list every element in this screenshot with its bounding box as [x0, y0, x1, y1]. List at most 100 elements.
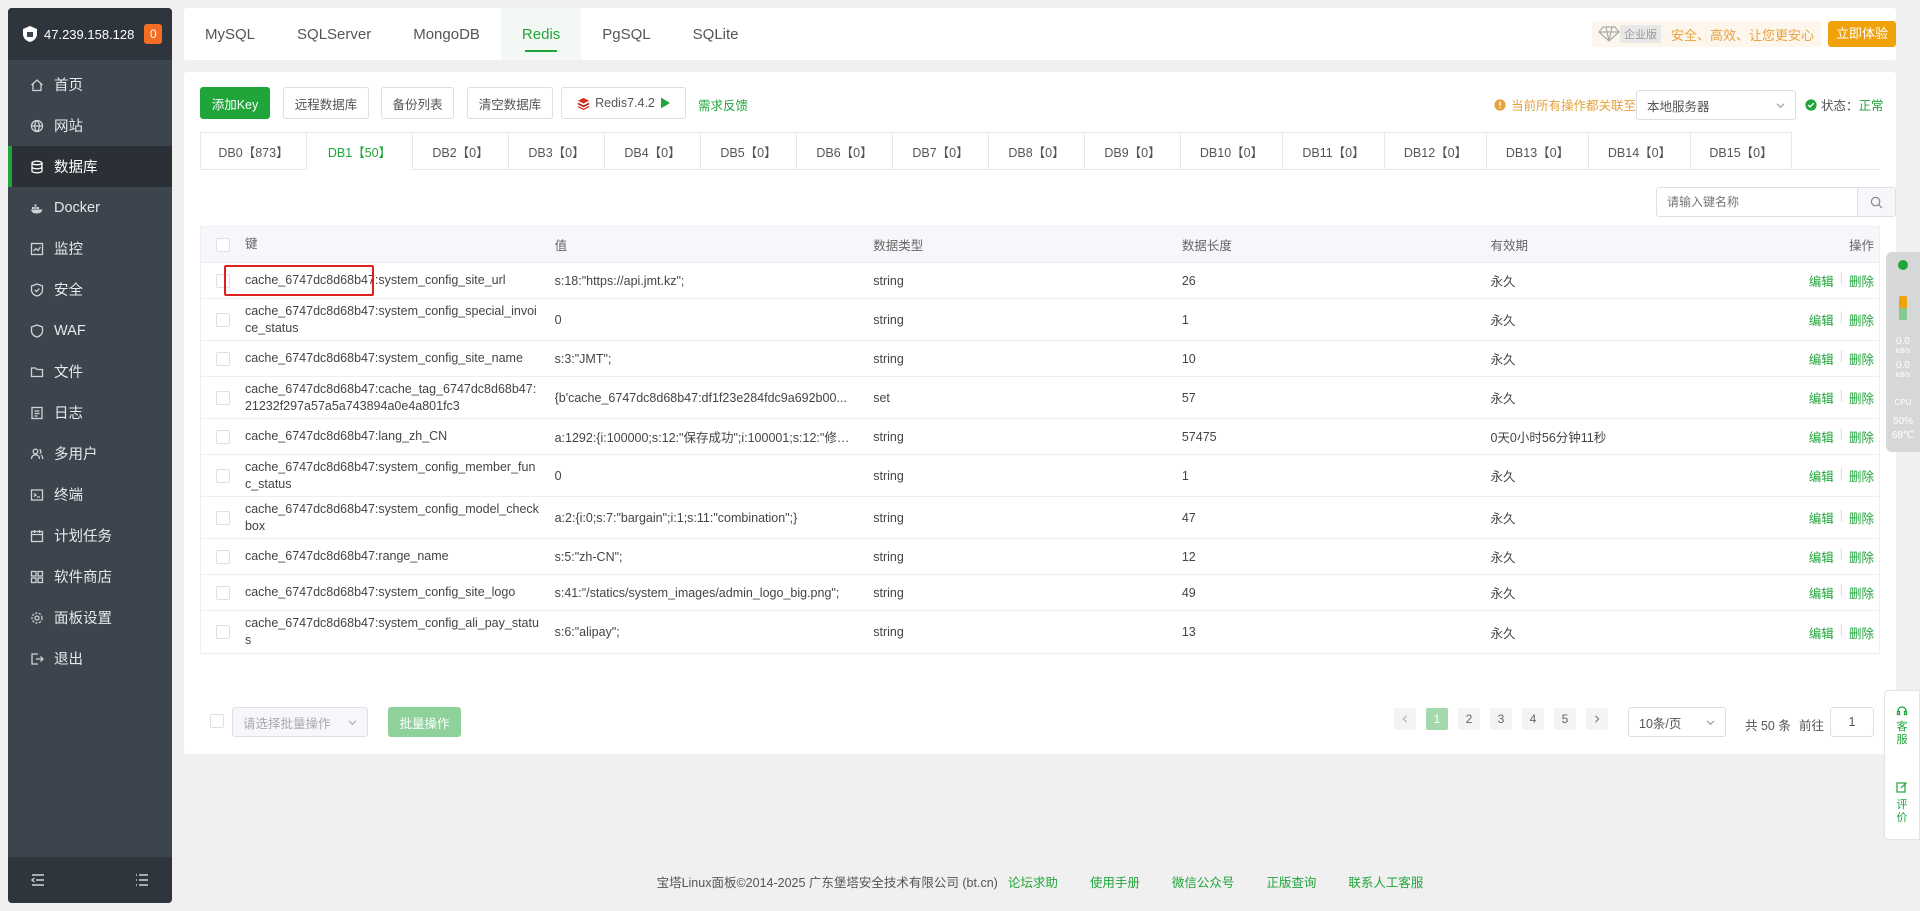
- nav-item-database[interactable]: 数据库: [8, 146, 172, 187]
- edit-link[interactable]: 编辑: [1809, 271, 1834, 290]
- feedback-link[interactable]: 需求反馈: [698, 95, 748, 114]
- collapse-menu-icon[interactable]: [30, 872, 46, 888]
- footer-link-license[interactable]: 正版查询: [1266, 872, 1316, 891]
- row-checkbox[interactable]: [215, 390, 230, 405]
- tab-db6[interactable]: DB6【0】: [796, 132, 892, 170]
- edit-link[interactable]: 编辑: [1809, 508, 1834, 527]
- delete-link[interactable]: 删除: [1849, 623, 1874, 642]
- tab-db15[interactable]: DB15【0】: [1690, 132, 1792, 170]
- customer-service-button[interactable]: 客服: [1885, 721, 1919, 747]
- add-key-button[interactable]: 添加Key: [200, 87, 270, 119]
- footer-link-forum[interactable]: 论坛求助: [1008, 872, 1058, 891]
- page-4[interactable]: 4: [1522, 708, 1544, 730]
- enterprise-pill[interactable]: 企业版 安全、高效、让您更安心: [1591, 21, 1822, 47]
- edit-link[interactable]: 编辑: [1809, 427, 1834, 446]
- tab-sqlserver[interactable]: SQLServer: [276, 8, 392, 60]
- backup-list-button[interactable]: 备份列表: [381, 87, 454, 119]
- remote-db-button[interactable]: 远程数据库: [283, 87, 369, 119]
- tab-db9[interactable]: DB9【0】: [1084, 132, 1180, 170]
- tab-sqlite[interactable]: SQLite: [672, 8, 760, 60]
- edit-link[interactable]: 编辑: [1809, 388, 1834, 407]
- edit-link[interactable]: 编辑: [1809, 583, 1834, 602]
- tab-db14[interactable]: DB14【0】: [1588, 132, 1690, 170]
- tab-mysql[interactable]: MySQL: [184, 8, 276, 60]
- tab-pgsql[interactable]: PgSQL: [581, 8, 671, 60]
- page-1[interactable]: 1: [1426, 708, 1448, 730]
- system-status-widget[interactable]: 0.0 KB/s 0.0 KB/s CPU 50% 68℃: [1886, 252, 1920, 452]
- notification-badge[interactable]: 0: [144, 24, 163, 44]
- edit-link[interactable]: 编辑: [1809, 623, 1834, 642]
- goto-page-input[interactable]: 1: [1830, 707, 1874, 737]
- footer-link-wechat[interactable]: 微信公众号: [1172, 872, 1235, 891]
- row-checkbox[interactable]: [215, 468, 230, 483]
- nav-item-cron[interactable]: 计划任务: [8, 515, 172, 556]
- search-button[interactable]: [1857, 188, 1895, 216]
- tab-db2[interactable]: DB2【0】: [412, 132, 508, 170]
- review-button[interactable]: 评价: [1885, 799, 1919, 825]
- row-checkbox[interactable]: [215, 549, 230, 564]
- tab-redis[interactable]: Redis: [500, 8, 582, 60]
- tab-db7[interactable]: DB7【0】: [892, 132, 988, 170]
- footer-link-support[interactable]: 联系人工客服: [1348, 872, 1423, 891]
- nav-item-files[interactable]: 文件: [8, 351, 172, 392]
- delete-link[interactable]: 删除: [1849, 583, 1874, 602]
- nav-item-monitor[interactable]: 监控: [8, 228, 172, 269]
- prev-page-button[interactable]: [1394, 708, 1416, 730]
- nav-item-security[interactable]: 安全: [8, 269, 172, 310]
- tab-db8[interactable]: DB8【0】: [988, 132, 1084, 170]
- nav-item-logs[interactable]: 日志: [8, 392, 172, 433]
- bulk-action-button[interactable]: 批量操作: [388, 707, 461, 737]
- edit-link[interactable]: 编辑: [1809, 466, 1834, 485]
- page-size-select[interactable]: 10条/页: [1628, 707, 1726, 737]
- tab-db13[interactable]: DB13【0】: [1486, 132, 1588, 170]
- nav-item-waf[interactable]: WAF: [8, 310, 172, 351]
- page-2[interactable]: 2: [1458, 708, 1480, 730]
- tab-db11[interactable]: DB11【0】: [1282, 132, 1384, 170]
- next-page-button[interactable]: [1586, 708, 1608, 730]
- server-select[interactable]: 本地服务器: [1636, 90, 1796, 120]
- delete-link[interactable]: 删除: [1849, 547, 1874, 566]
- tab-db3[interactable]: DB3【0】: [508, 132, 604, 170]
- server-header[interactable]: 47.239.158.128 0: [8, 8, 172, 60]
- row-checkbox[interactable]: [215, 312, 230, 327]
- nav-item-docker[interactable]: Docker: [8, 187, 172, 228]
- redis-version-button[interactable]: Redis7.4.2: [561, 87, 686, 119]
- edit-link[interactable]: 编辑: [1809, 310, 1834, 329]
- tab-db10[interactable]: DB10【0】: [1180, 132, 1282, 170]
- tab-mongodb[interactable]: MongoDB: [392, 8, 501, 60]
- nav-item-website[interactable]: 网站: [8, 105, 172, 146]
- delete-link[interactable]: 删除: [1849, 466, 1874, 485]
- tab-db1[interactable]: DB1【50】: [306, 132, 412, 170]
- tab-db5[interactable]: DB5【0】: [700, 132, 796, 170]
- nav-item-settings[interactable]: 面板设置: [8, 597, 172, 638]
- footer-link-manual[interactable]: 使用手册: [1090, 872, 1140, 891]
- row-checkbox[interactable]: [215, 585, 230, 600]
- tab-db12[interactable]: DB12【0】: [1384, 132, 1486, 170]
- delete-link[interactable]: 删除: [1849, 349, 1874, 368]
- nav-item-logout[interactable]: 退出: [8, 638, 172, 679]
- row-checkbox[interactable]: [215, 625, 230, 639]
- row-checkbox[interactable]: [215, 429, 230, 444]
- bulk-action-select[interactable]: 请选择批量操作: [232, 707, 368, 737]
- select-all-checkbox[interactable]: [215, 237, 230, 252]
- nav-item-multiuser[interactable]: 多用户: [8, 433, 172, 474]
- nav-item-store[interactable]: 软件商店: [8, 556, 172, 597]
- edit-link[interactable]: 编辑: [1809, 547, 1834, 566]
- clear-db-button[interactable]: 清空数据库: [467, 87, 553, 119]
- delete-link[interactable]: 删除: [1849, 427, 1874, 446]
- menu-list-icon[interactable]: [134, 872, 150, 888]
- row-checkbox[interactable]: [215, 351, 230, 366]
- bulk-select-checkbox[interactable]: [210, 714, 224, 728]
- delete-link[interactable]: 删除: [1849, 508, 1874, 527]
- delete-link[interactable]: 删除: [1849, 310, 1874, 329]
- nav-item-terminal[interactable]: 终端: [8, 474, 172, 515]
- nav-item-home[interactable]: 首页: [8, 64, 172, 105]
- key-search-input[interactable]: [1657, 188, 1857, 216]
- row-checkbox[interactable]: [215, 510, 230, 525]
- page-3[interactable]: 3: [1490, 708, 1512, 730]
- trial-button[interactable]: 立即体验: [1827, 21, 1896, 47]
- delete-link[interactable]: 删除: [1849, 388, 1874, 407]
- edit-link[interactable]: 编辑: [1809, 349, 1834, 368]
- page-5[interactable]: 5: [1554, 708, 1576, 730]
- delete-link[interactable]: 删除: [1849, 271, 1874, 290]
